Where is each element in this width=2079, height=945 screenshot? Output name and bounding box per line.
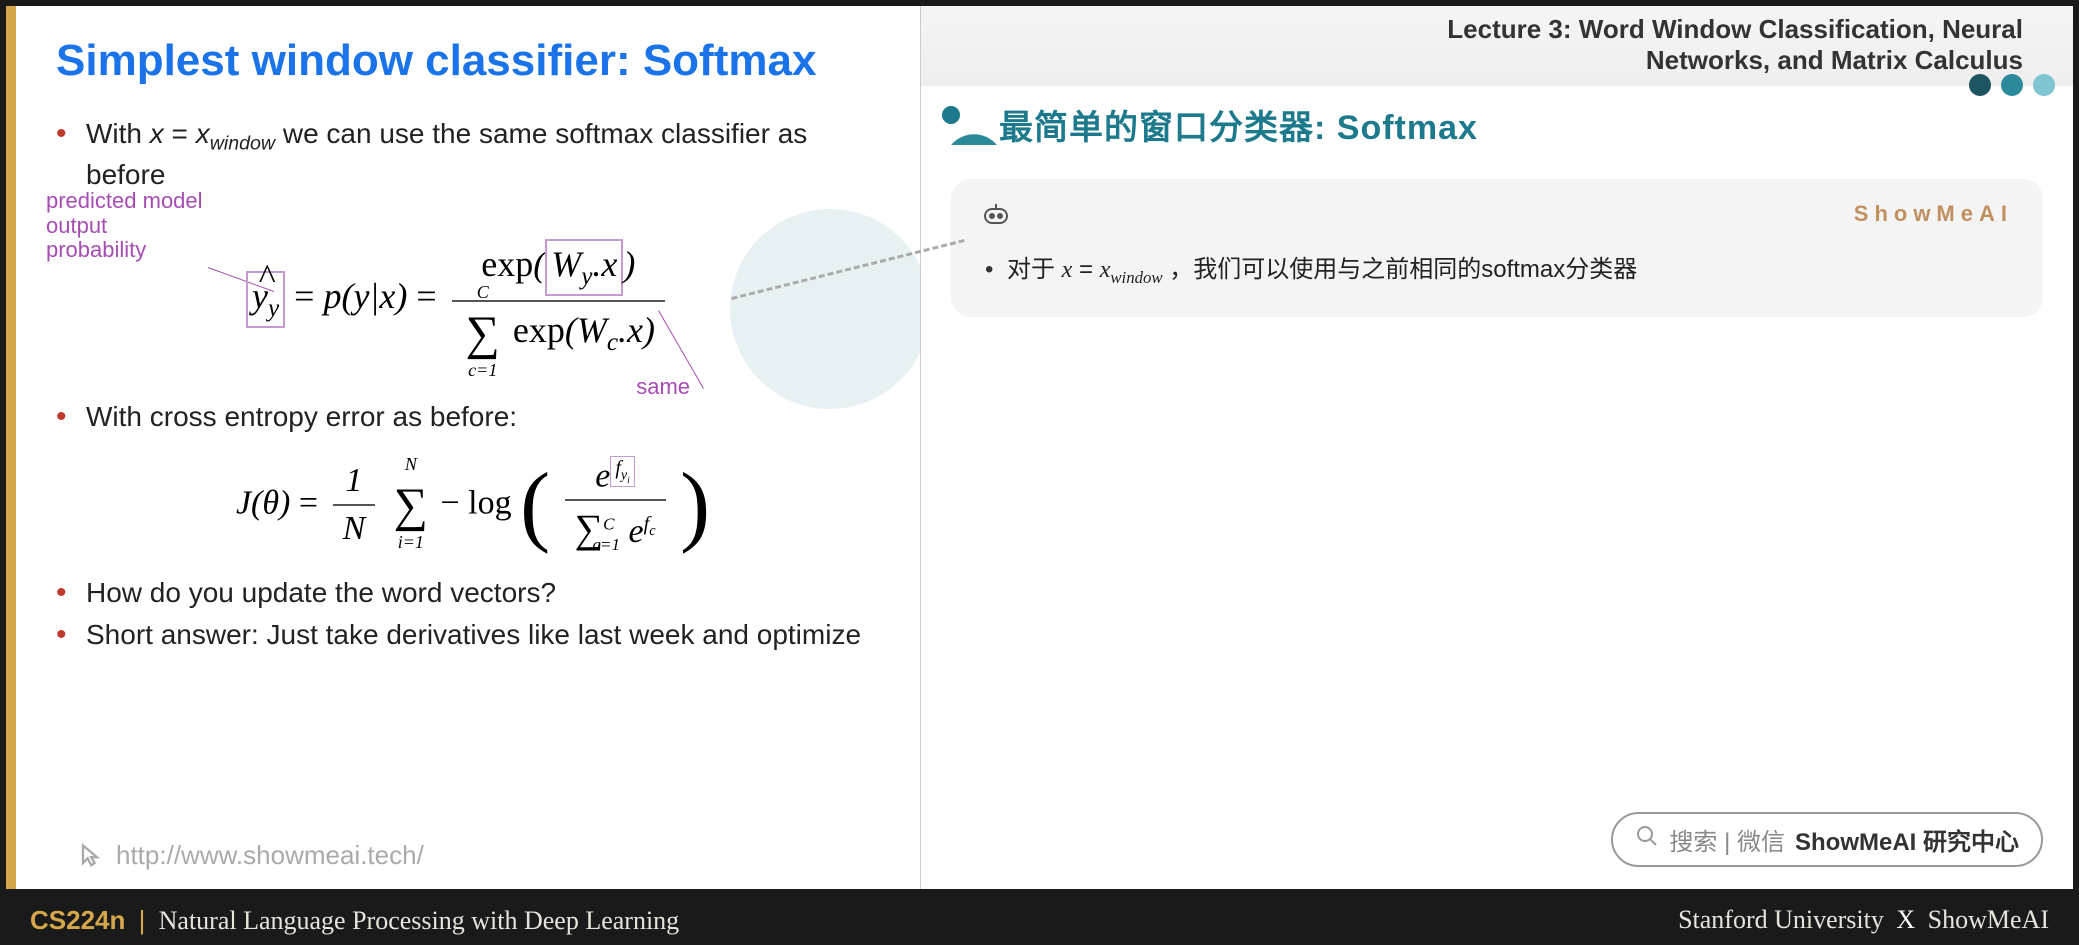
search-bold: ShowMeAI 研究中心	[1795, 822, 2019, 857]
sum-i1: i=1	[398, 532, 424, 553]
note-bullet-1: 对于 x = xwindow ，我们可以使用与之前相同的softmax分类器	[981, 248, 2013, 293]
text: =	[1072, 256, 1099, 283]
fc-sub: c	[649, 523, 655, 539]
W-sub-y: y	[581, 264, 592, 291]
var-x2: x	[196, 118, 210, 149]
header-dots	[1969, 74, 2055, 96]
text: =	[164, 118, 196, 149]
math-x: x	[1062, 257, 1073, 283]
dot-icon	[2001, 74, 2023, 96]
search-label: 搜索 | 微信	[1669, 822, 1785, 857]
lecture-line2: Networks, and Matrix Calculus	[971, 45, 2023, 76]
course-code: CS224n	[30, 905, 125, 935]
exp: exp	[481, 244, 533, 284]
footer-right: Stanford University X ShowMeAI	[1678, 905, 2049, 935]
sum-C: C	[477, 282, 489, 303]
search-box[interactable]: 搜索 | 微信 ShowMeAI 研究中心	[1611, 812, 2043, 867]
lecture-header: Lecture 3: Word Window Classification, N…	[921, 6, 2073, 86]
annotation-same: same	[636, 374, 690, 400]
note-card: ShowMeAI 对于 x = xwindow ，我们可以使用与之前相同的sof…	[951, 179, 2043, 317]
bullet-list-3: How do you update the word vectors? Shor…	[56, 575, 890, 654]
minus-log: − log	[440, 484, 511, 521]
bullet-list: With x = xwindow we can use the same sof…	[56, 116, 890, 193]
separator: |	[139, 905, 146, 935]
p-y-x: p(y|x)	[323, 276, 407, 316]
cn-title: 最简单的窗口分类器: Softmax	[999, 100, 1478, 149]
e: e	[595, 457, 610, 494]
sum-c: c=1	[468, 360, 497, 381]
sum-N: N	[405, 454, 417, 475]
slide-title: Simplest window classifier: Softmax	[56, 36, 890, 86]
text: 对于	[1007, 256, 1062, 283]
denom-N: N	[333, 506, 376, 548]
footer-brand: ShowMeAI	[1928, 905, 2049, 934]
url-text: http://www.showmeai.tech/	[116, 840, 424, 871]
sub-window: window	[210, 133, 275, 155]
slide-panel: Simplest window classifier: Softmax With…	[6, 6, 921, 889]
dot-icon	[2033, 74, 2055, 96]
e: e	[628, 513, 643, 550]
math-sub: window	[1110, 268, 1162, 287]
bullet-2: With cross entropy error as before:	[56, 399, 890, 435]
dot-x: .x	[618, 309, 643, 349]
sum-C: C	[603, 515, 614, 534]
bullet-4: Short answer: Just take derivatives like…	[56, 617, 890, 653]
y-sub: y	[268, 296, 279, 323]
search-icon	[1635, 824, 1659, 855]
W: W	[577, 309, 607, 349]
brand-tag: ShowMeAI	[1854, 201, 2013, 227]
text: ，我们可以使用与之前相同的softmax分类器	[1163, 256, 1638, 283]
sum-c1: c=1	[592, 535, 620, 554]
bullet-1: With x = xwindow we can use the same sof…	[56, 116, 890, 193]
x-separator: X	[1896, 905, 1915, 934]
bullet-list-2: With cross entropy error as before:	[56, 399, 890, 435]
bullet-3: How do you update the word vectors?	[56, 575, 890, 611]
robot-icon	[981, 203, 1011, 227]
W: W	[551, 244, 581, 284]
lecture-line1: Lecture 3: Word Window Classification, N…	[971, 14, 2023, 45]
formula-cross-entropy: J(θ) = 1 N ∑Ni=1 − log ( efyi ∑Cc=1 efc …	[56, 456, 890, 555]
y-hat: y	[252, 276, 268, 316]
J-theta: J(θ)	[236, 484, 290, 521]
highlight-circle	[730, 209, 930, 409]
cn-title-row: 最简单的窗口分类器: Softmax	[921, 86, 2073, 169]
W-sub-c: c	[607, 329, 618, 356]
footer-left: CS224n | Natural Language Processing wit…	[30, 905, 679, 936]
course-name: Natural Language Processing with Deep Le…	[159, 906, 680, 935]
notes-panel: Lecture 3: Word Window Classification, N…	[921, 6, 2073, 889]
exp: exp	[513, 309, 565, 349]
var-x: x	[150, 118, 164, 149]
university: Stanford University	[1678, 905, 1884, 934]
dot-x: .x	[592, 244, 617, 284]
dot-icon	[1969, 74, 1991, 96]
semicircle-icon	[941, 105, 997, 145]
math-x2: x	[1100, 257, 1111, 283]
numerator-1: 1	[333, 462, 376, 506]
annotation-predicted: predicted model output probability	[46, 189, 203, 262]
url-footer: http://www.showmeai.tech/	[76, 840, 424, 871]
footer-bar: CS224n | Natural Language Processing wit…	[0, 895, 2079, 945]
cursor-icon	[76, 842, 104, 870]
f-subsub: i	[627, 475, 630, 486]
note-bullet-list: 对于 x = xwindow ，我们可以使用与之前相同的softmax分类器	[981, 248, 2013, 293]
text: With	[86, 118, 150, 149]
formula-softmax: yy = p(y|x) = exp(Wy.x) ∑Cc=1 exp(Wc.x)	[246, 239, 671, 360]
